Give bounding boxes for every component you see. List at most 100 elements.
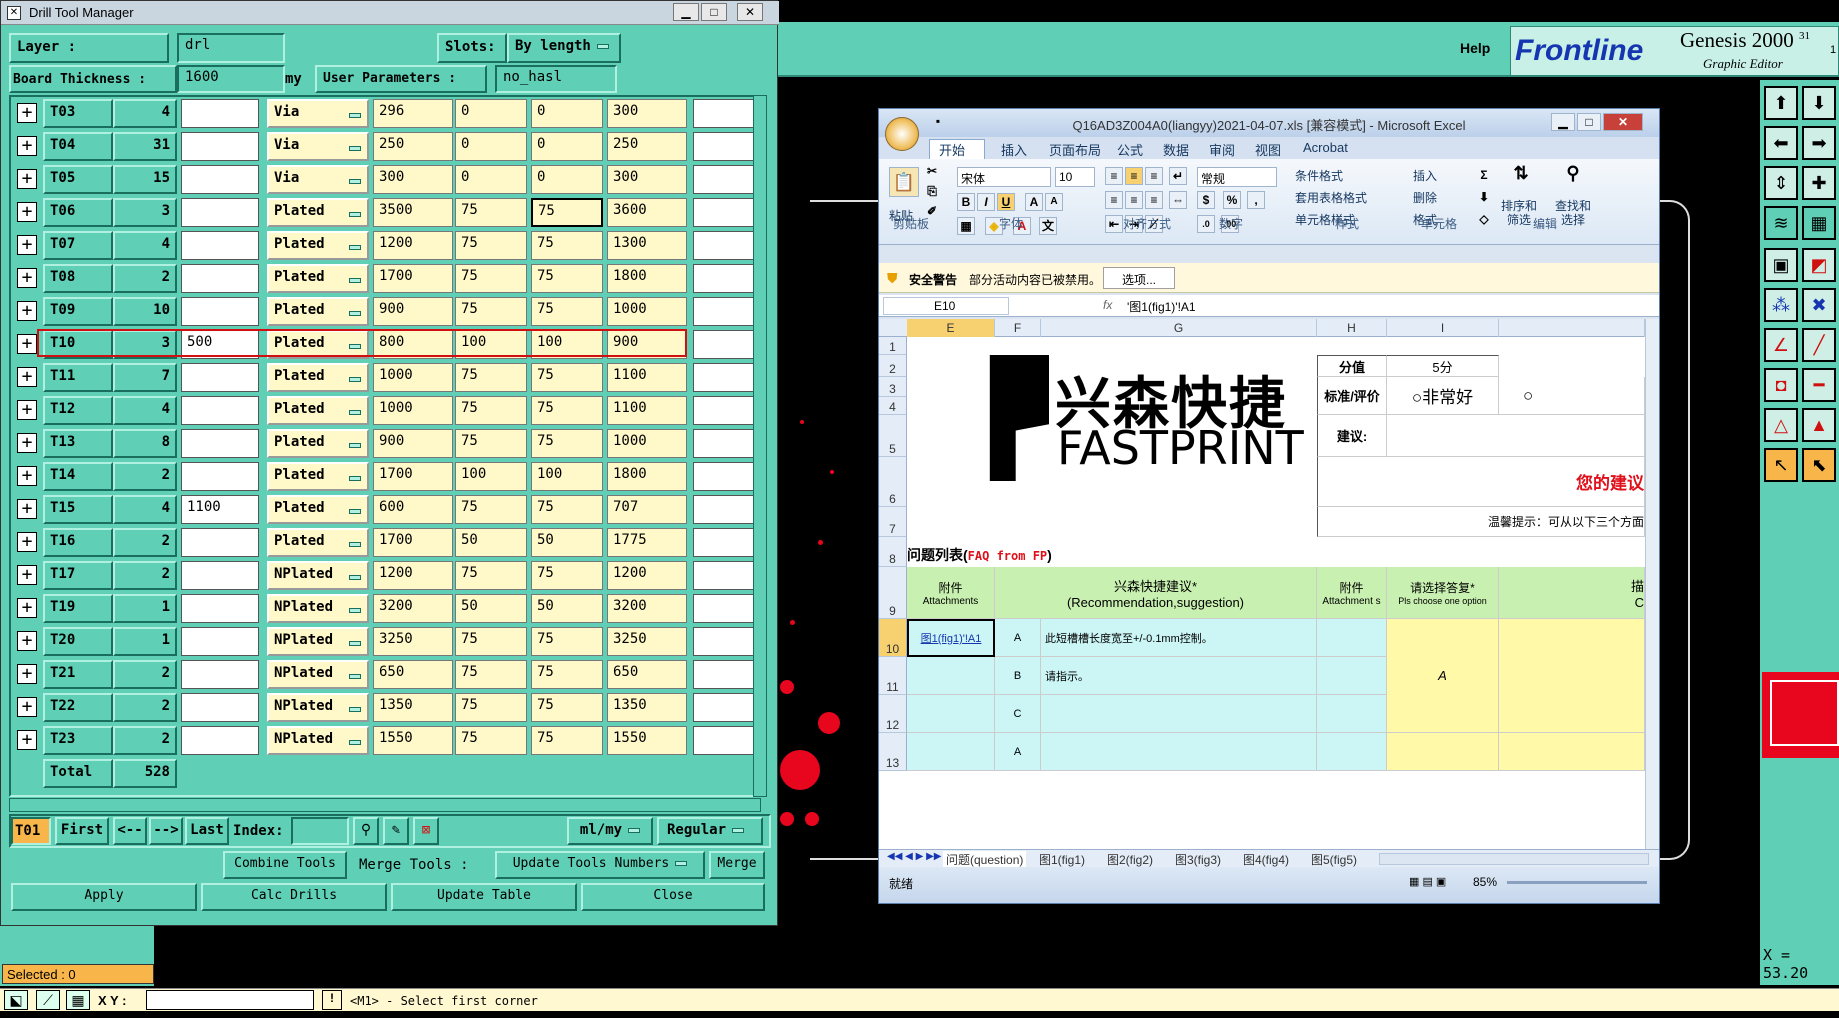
excel-minimize-button[interactable]: ▁: [1551, 113, 1575, 131]
tool-size-input[interactable]: 1700: [373, 528, 453, 557]
search-icon[interactable]: ⚲: [353, 817, 379, 845]
shrink-font-icon[interactable]: A: [1045, 193, 1063, 211]
tool-size-input[interactable]: 600: [373, 495, 453, 524]
rating-option-2[interactable]: ○: [1499, 377, 1645, 415]
align-center-icon[interactable]: ≡: [1125, 191, 1143, 209]
table-format-button[interactable]: 套用表格格式: [1295, 189, 1367, 206]
update-table-button[interactable]: Update Table: [391, 883, 577, 911]
comma-icon[interactable]: ,: [1247, 191, 1265, 209]
clear-format-icon[interactable]: ◇: [1475, 211, 1493, 229]
tool-extra-input[interactable]: [693, 363, 757, 392]
row-12[interactable]: 12: [879, 695, 907, 733]
tool-drill-size-input[interactable]: 1800: [607, 462, 687, 491]
nodes-icon[interactable]: ⁂: [1764, 288, 1798, 322]
xy-input[interactable]: [146, 990, 314, 1010]
camera-icon[interactable]: ▣: [1764, 248, 1798, 282]
window-menu-icon[interactable]: ✕: [7, 6, 21, 20]
increase-decimal-icon[interactable]: .0: [1197, 215, 1215, 233]
first-button[interactable]: First: [55, 817, 109, 845]
tool-extra-input[interactable]: [693, 627, 757, 656]
tool-tol-plus-input[interactable]: 75: [455, 198, 527, 227]
expand-icon[interactable]: +: [17, 532, 37, 552]
row-9[interactable]: 9: [879, 567, 907, 619]
tool-tol-plus-input[interactable]: 75: [455, 726, 527, 755]
rating-option-excellent[interactable]: ○非常好: [1387, 377, 1499, 415]
tool-extra-input[interactable]: [693, 693, 757, 722]
row-13[interactable]: 13: [879, 733, 907, 771]
expand-icon[interactable]: +: [17, 433, 37, 453]
expand-icon[interactable]: +: [17, 664, 37, 684]
tab-view[interactable]: 视图: [1255, 140, 1281, 159]
excel-close-button[interactable]: ✕: [1603, 113, 1643, 131]
tool-drill-size-input[interactable]: 1775: [607, 528, 687, 557]
autosum-icon[interactable]: Σ: [1475, 167, 1493, 185]
tool-drill-size-input[interactable]: 300: [607, 99, 687, 128]
align-bottom-icon[interactable]: ≡: [1145, 167, 1163, 185]
tool-tol-plus-input[interactable]: 75: [455, 363, 527, 392]
tool-extra-input[interactable]: [693, 462, 757, 491]
tool-type-dropdown[interactable]: Via: [267, 99, 369, 128]
tool-tol-minus-input[interactable]: 75: [531, 726, 603, 755]
tool-extra-input[interactable]: [693, 99, 757, 128]
tool-extra-input[interactable]: [693, 726, 757, 755]
tool-type-dropdown[interactable]: Plated: [267, 363, 369, 392]
tool-extra-input[interactable]: [693, 396, 757, 425]
expand-icon[interactable]: +: [17, 103, 37, 123]
tool-width-input[interactable]: [181, 627, 259, 656]
tool-drill-size-input[interactable]: 250: [607, 132, 687, 161]
tool-width-input[interactable]: 1100: [181, 495, 259, 524]
tab-formulas[interactable]: 公式: [1117, 140, 1143, 159]
col-g[interactable]: G: [1041, 319, 1317, 337]
tool-tol-minus-input[interactable]: 75: [531, 297, 603, 326]
description-cell[interactable]: [1499, 619, 1645, 733]
prev-button[interactable]: <--: [113, 817, 147, 845]
tool-drill-size-input[interactable]: 650: [607, 660, 687, 689]
tool-extra-input[interactable]: [693, 594, 757, 623]
answer-cell[interactable]: A: [1387, 619, 1499, 733]
tool-type-dropdown[interactable]: Plated: [267, 429, 369, 458]
sheet-tab-fig2[interactable]: 图2(fig2): [1107, 851, 1153, 868]
font-size-box[interactable]: 10: [1055, 167, 1095, 187]
save-icon[interactable]: ▪: [929, 113, 947, 131]
name-box[interactable]: E10: [883, 297, 1009, 315]
sheet-nav-icon[interactable]: ◀◀ ◀ ▶ ▶▶: [887, 851, 941, 862]
tool-type-dropdown[interactable]: NPlated: [267, 627, 369, 656]
tool-size-input[interactable]: 900: [373, 429, 453, 458]
tool-type-dropdown[interactable]: Via: [267, 132, 369, 161]
expand-icon[interactable]: +: [17, 334, 37, 354]
wrap-icon[interactable]: ↵: [1169, 167, 1187, 185]
tool-extra-input[interactable]: [693, 495, 757, 524]
align-top-icon[interactable]: ≡: [1105, 167, 1123, 185]
tool-width-input[interactable]: [181, 660, 259, 689]
expand-icon[interactable]: +: [17, 697, 37, 717]
tool-extra-input[interactable]: [693, 198, 757, 227]
office-button[interactable]: [885, 117, 919, 151]
tool-drill-size-input[interactable]: 3200: [607, 594, 687, 623]
tool-tol-plus-input[interactable]: 75: [455, 660, 527, 689]
tool-width-input[interactable]: [181, 594, 259, 623]
tool-size-input[interactable]: 3200: [373, 594, 453, 623]
tool-size-input[interactable]: 300: [373, 165, 453, 194]
row13-attach-2[interactable]: [1317, 733, 1387, 771]
row-2[interactable]: 2: [879, 355, 907, 377]
tool-extra-input[interactable]: [693, 297, 757, 326]
tool-size-input[interactable]: 1550: [373, 726, 453, 755]
minimize-button[interactable]: ▁: [673, 3, 699, 21]
tool-extra-input[interactable]: [693, 165, 757, 194]
row-8[interactable]: 8: [879, 537, 907, 567]
bold-icon[interactable]: B: [957, 193, 975, 211]
insert-cells-button[interactable]: 插入: [1413, 167, 1437, 184]
help-menu[interactable]: Help: [1460, 40, 1490, 56]
tool-tol-minus-input[interactable]: 50: [531, 528, 603, 557]
tool-width-input[interactable]: [181, 462, 259, 491]
excel-vertical-scrollbar[interactable]: [1645, 319, 1659, 849]
triangle-icon[interactable]: △: [1764, 408, 1798, 442]
tool-tol-plus-input[interactable]: 75: [455, 693, 527, 722]
conditional-format-button[interactable]: 条件格式: [1295, 167, 1343, 184]
tool-type-dropdown[interactable]: Plated: [267, 396, 369, 425]
fill-icon[interactable]: ⬇: [1475, 189, 1493, 207]
maximize-button[interactable]: □: [701, 3, 727, 21]
edit-icon[interactable]: ✎: [383, 817, 409, 845]
tool-tol-plus-input[interactable]: 0: [455, 99, 527, 128]
apply-button[interactable]: Apply: [11, 883, 197, 911]
